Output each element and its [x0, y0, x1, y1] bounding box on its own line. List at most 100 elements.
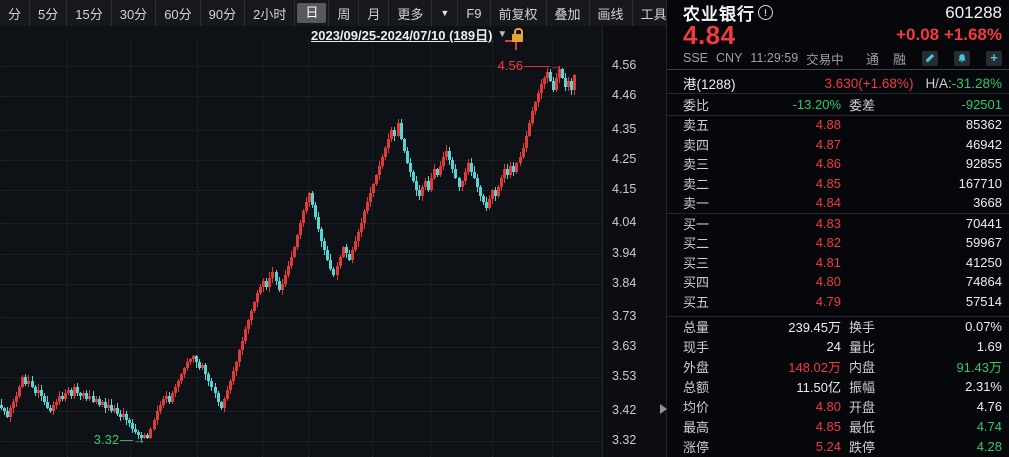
cell-value: 148.02万 — [739, 357, 841, 376]
toolbar-item[interactable]: 5分 — [30, 0, 67, 26]
price-tick-label: 4.25 — [612, 152, 636, 166]
level-label: 买三 — [683, 253, 739, 272]
toolbar-item-selected[interactable]: 日 — [295, 0, 329, 26]
stat-row: 总量239.45万换手0.07% — [683, 317, 1002, 337]
date-range-label[interactable]: 2023/09/25-2024/07/10 (189日) — [311, 25, 492, 44]
candle-body — [515, 163, 518, 172]
candle-body — [64, 393, 67, 399]
stat-label: 跌停 — [849, 437, 875, 456]
candlestick-chart[interactable]: 4.56——→ 3.32—→ — [0, 26, 602, 457]
panel-collapse-handle[interactable] — [660, 404, 667, 414]
bid-row[interactable]: 买二4.8259967 — [683, 233, 1002, 253]
ask-row[interactable]: 卖四4.8746942 — [683, 135, 1002, 155]
candle-body — [409, 163, 412, 172]
lock-icon[interactable] — [512, 28, 523, 42]
h-gridline — [0, 377, 602, 378]
level-price: 4.86 — [739, 156, 841, 171]
ask-row[interactable]: 卖一4.843668 — [683, 193, 1002, 213]
candle-body — [375, 175, 378, 184]
toolbar-item[interactable]: ▼ — [432, 0, 458, 26]
ask-row[interactable]: 卖三4.8692855 — [683, 154, 1002, 174]
candle-body — [357, 232, 360, 241]
bid-row[interactable]: 买四4.8074864 — [683, 272, 1002, 292]
candle-body — [384, 148, 387, 157]
price-tick-label: 3.53 — [612, 369, 636, 383]
price-tick-label: 3.42 — [612, 403, 636, 417]
candle-body — [522, 148, 525, 157]
level-price: 4.85 — [739, 176, 841, 191]
candle-body — [223, 399, 226, 408]
candle-body — [488, 199, 491, 208]
chevron-down-icon[interactable]: ▼ — [497, 29, 507, 40]
info-icon[interactable]: ! — [758, 5, 773, 20]
candle-body — [162, 399, 165, 405]
bid-levels: 买一4.8370441买二4.8259967买三4.8141250买四4.807… — [683, 214, 1002, 312]
stat-label: 最高 — [683, 417, 739, 436]
toolbar-item[interactable]: 月 — [359, 0, 389, 26]
candle-body — [314, 205, 317, 217]
toolbar-item[interactable]: 90分 — [201, 0, 245, 26]
ha-premium-value: -31.28% — [952, 76, 1002, 91]
candle-body — [381, 157, 384, 166]
tag-shanghai-connect: 通 — [866, 49, 879, 68]
cell-value: -92501 — [875, 97, 1002, 112]
toolbar-item[interactable]: 前复权 — [491, 0, 547, 26]
h-gridline — [0, 254, 602, 255]
candle-body — [229, 381, 232, 390]
bid-row[interactable]: 买三4.8141250 — [683, 253, 1002, 273]
quote-time: 11:29:59 — [750, 51, 798, 65]
stat-row: 外盘148.02万内盘91.43万 — [683, 357, 1002, 377]
stat-row: 涨停5.24跌停4.28 — [683, 436, 1002, 456]
candle-body — [476, 178, 479, 187]
level-volume: 46942 — [841, 137, 1002, 152]
toolbar-item[interactable]: 30分 — [112, 0, 156, 26]
ask-row[interactable]: 卖二4.85167710 — [683, 174, 1002, 194]
price-tick-label: 3.73 — [612, 309, 636, 323]
bid-row[interactable]: 买一4.8370441 — [683, 214, 1002, 234]
price-tick-label: 3.32 — [612, 433, 636, 447]
cell-value: 11.50亿 — [739, 377, 841, 396]
level-price: 4.80 — [739, 274, 841, 289]
bid-row[interactable]: 买五4.7957514 — [683, 292, 1002, 312]
cell-value: 239.45万 — [739, 317, 841, 336]
toolbar-item[interactable]: 叠加 — [547, 0, 590, 26]
candle-body — [534, 102, 537, 111]
candle-body — [369, 193, 372, 202]
candle-body — [421, 187, 424, 196]
candle-body — [55, 402, 58, 405]
candle-body — [153, 420, 156, 429]
toolbar-item[interactable]: 60分 — [156, 0, 200, 26]
candle-body — [149, 429, 152, 438]
price-tick-label: 4.56 — [612, 58, 636, 72]
level-label: 买一 — [683, 214, 739, 233]
hk-listing-row[interactable]: 港(1288) 3.630(+1.68%) H/A: -31.28% — [683, 73, 1002, 93]
stat-label: 换手 — [849, 317, 875, 336]
date-range-control[interactable]: 2023/09/25-2024/07/10 (189日) ▼ — [311, 27, 523, 42]
candle-body — [253, 302, 256, 311]
candle-body — [174, 387, 177, 393]
v-gridline — [262, 40, 263, 457]
commission-ratio: 委比-13.20%委差-92501 — [683, 95, 1002, 115]
candle-body — [464, 172, 467, 181]
stat-row: 均价4.80开盘4.76 — [683, 397, 1002, 417]
candle-body — [247, 320, 250, 329]
toolbar-item[interactable]: 更多 — [389, 0, 432, 26]
toolbar-item[interactable]: 分 — [0, 0, 30, 26]
candle-body — [329, 260, 332, 269]
candle-body — [549, 72, 552, 81]
toolbar-item[interactable]: 15分 — [67, 0, 111, 26]
stat-row: 现手24量比1.69 — [683, 337, 1002, 357]
candle-body — [360, 223, 363, 232]
edit-button[interactable] — [922, 51, 938, 66]
alert-button[interactable] — [954, 51, 970, 66]
toolbar-item[interactable]: F9 — [458, 0, 490, 26]
candle-body — [540, 84, 543, 93]
candle-body — [430, 178, 433, 190]
add-watchlist-button[interactable]: + — [986, 51, 1002, 66]
toolbar-item[interactable]: 画线 — [590, 0, 633, 26]
toolbar-item[interactable]: 周 — [329, 0, 359, 26]
candle-body — [451, 160, 454, 169]
h-gridline — [0, 347, 602, 348]
ask-row[interactable]: 卖五4.8885362 — [683, 115, 1002, 135]
toolbar-item[interactable]: 2小时 — [245, 0, 295, 26]
